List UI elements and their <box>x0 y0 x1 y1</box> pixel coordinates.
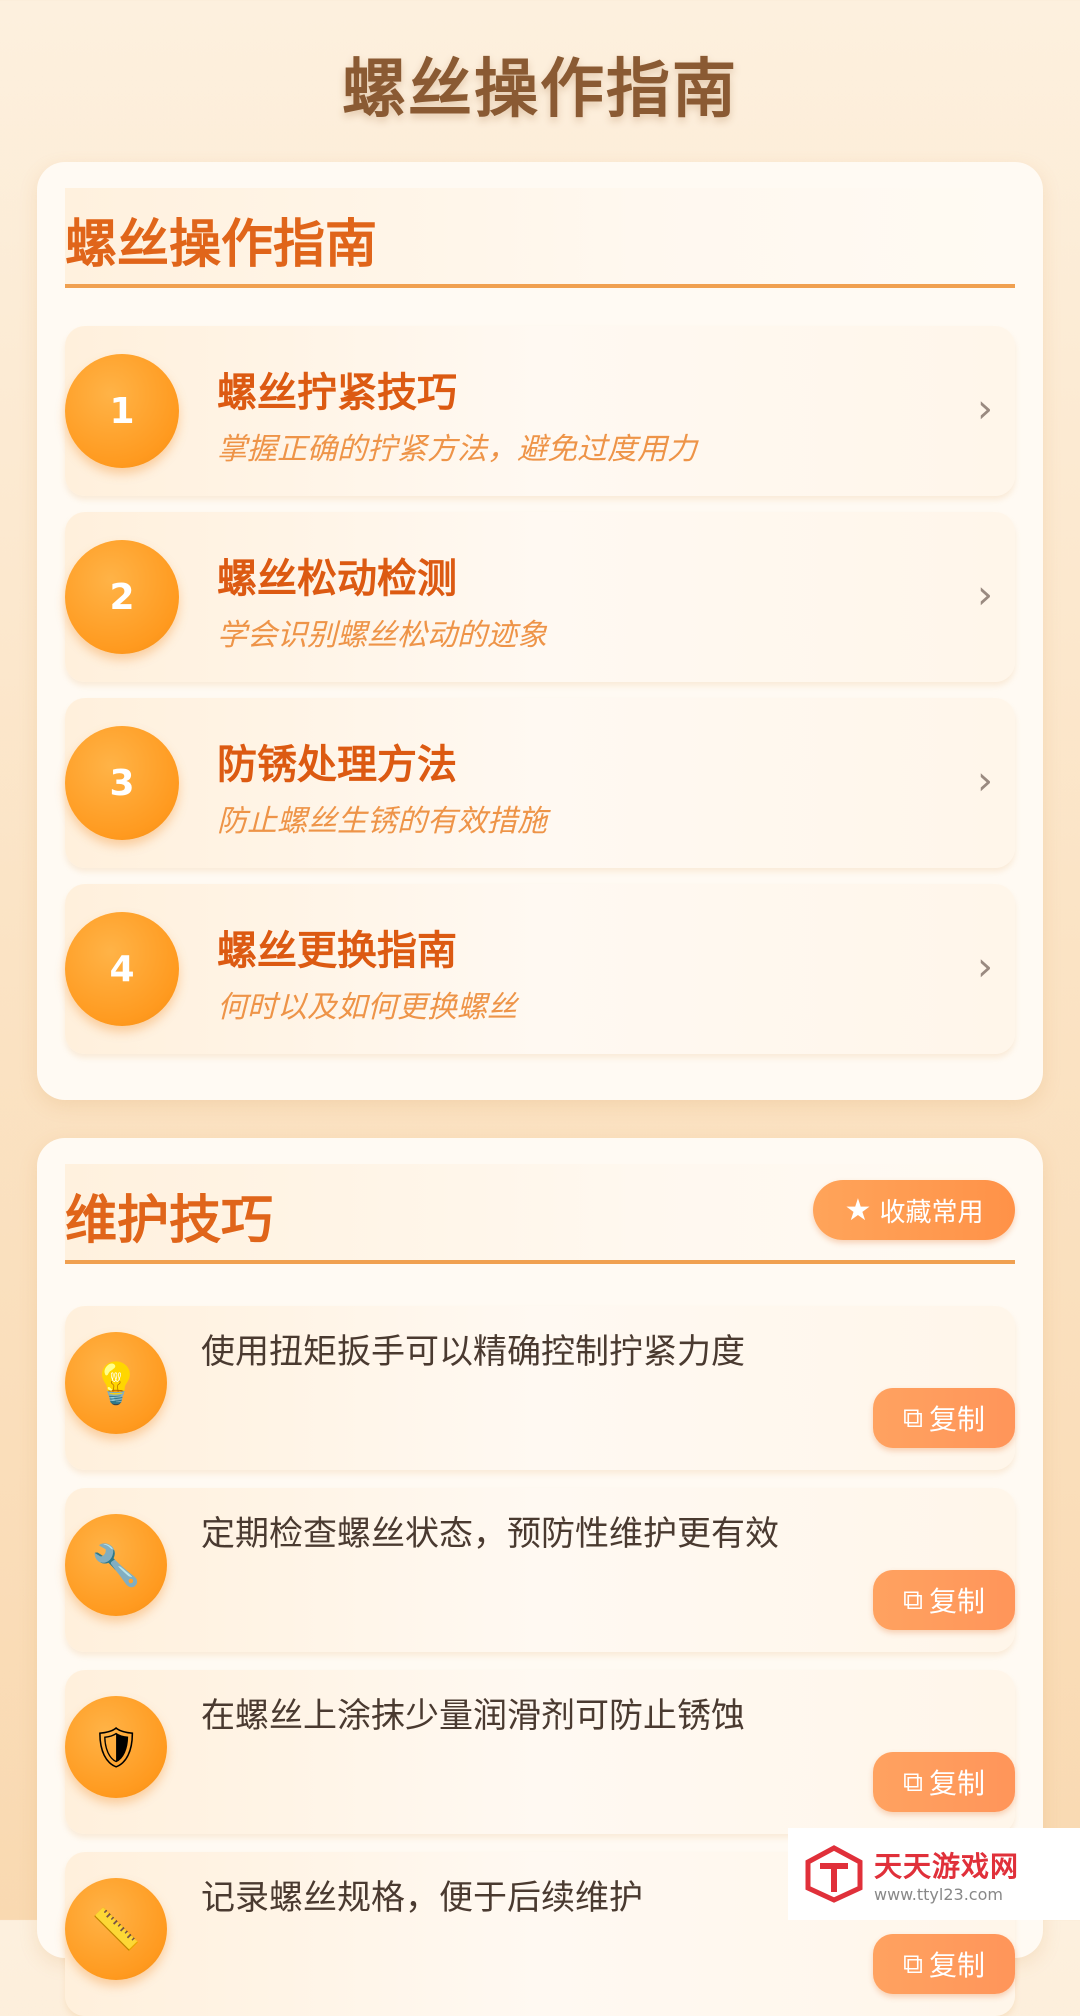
copy-icon: ⧉ <box>902 1401 923 1434</box>
wrench-icon: 🔧 <box>65 1514 167 1616</box>
copy-icon: ⧉ <box>902 1765 923 1798</box>
guide-step-2[interactable]: 2 螺丝松动检测 学会识别螺丝松动的迹象 › <box>65 512 1015 682</box>
star-icon: ★ <box>844 1192 872 1228</box>
guide-step-4[interactable]: 4 螺丝更换指南 何时以及如何更换螺丝 › <box>65 884 1015 1054</box>
copy-label: 复制 <box>928 1949 985 1982</box>
copy-label: 复制 <box>928 1585 985 1618</box>
step-description: 防止螺丝生锈的有效措施 <box>217 804 547 839</box>
copy-button[interactable]: ⧉ 复制 <box>873 1752 1015 1812</box>
tip-item: 💡 使用扭矩扳手可以精确控制拧紧力度 ⧉ 复制 <box>65 1306 1015 1470</box>
tip-text: 使用扭矩扳手可以精确控制拧紧力度 <box>201 1332 745 1372</box>
step-number: 3 <box>65 726 179 840</box>
chevron-right-icon: › <box>977 386 993 432</box>
tip-item: 🛡 在螺丝上涂抹少量润滑剂可防止锈蚀 ⧉ 复制 <box>65 1670 1015 1834</box>
site-logo-icon <box>805 1845 863 1903</box>
favorite-label: 收藏常用 <box>879 1197 984 1228</box>
step-number: 2 <box>65 540 179 654</box>
step-title: 螺丝拧紧技巧 <box>217 370 457 416</box>
tip-text: 在螺丝上涂抹少量润滑剂可防止锈蚀 <box>201 1696 745 1736</box>
favorite-button[interactable]: ★ 收藏常用 <box>813 1180 1015 1240</box>
tip-text: 定期检查螺丝状态，预防性维护更有效 <box>201 1514 779 1554</box>
guide-step-3[interactable]: 3 防锈处理方法 防止螺丝生锈的有效措施 › <box>65 698 1015 868</box>
copy-button[interactable]: ⧉ 复制 <box>873 1570 1015 1630</box>
step-title: 防锈处理方法 <box>217 742 457 788</box>
tips-title: 维护技巧 <box>65 1191 274 1251</box>
chevron-right-icon: › <box>977 758 993 804</box>
step-description: 何时以及如何更换螺丝 <box>217 990 517 1025</box>
step-description: 掌握正确的拧紧方法，避免过度用力 <box>217 432 697 467</box>
page-title: 螺丝操作指南 <box>342 53 738 127</box>
guide-header: 螺丝操作指南 <box>65 188 1015 288</box>
copy-label: 复制 <box>928 1403 985 1436</box>
tips-header: 维护技巧 ★ 收藏常用 <box>65 1164 1015 1264</box>
guide-step-1[interactable]: 1 螺丝拧紧技巧 掌握正确的拧紧方法，避免过度用力 › <box>65 326 1015 496</box>
tip-item: 🔧 定期检查螺丝状态，预防性维护更有效 ⧉ 复制 <box>65 1488 1015 1652</box>
copy-icon: ⧉ <box>902 1947 923 1980</box>
site-watermark: 天天游戏网 www.ttyl23.com <box>788 1828 1080 1920</box>
tip-text: 记录螺丝规格，便于后续维护 <box>201 1878 643 1918</box>
guide-card: 螺丝操作指南 1 螺丝拧紧技巧 掌握正确的拧紧方法，避免过度用力 › 2 螺丝松… <box>37 162 1043 1100</box>
shield-icon: 🛡 <box>65 1696 167 1798</box>
step-description: 学会识别螺丝松动的迹象 <box>217 618 547 653</box>
copy-icon: ⧉ <box>902 1583 923 1616</box>
copy-button[interactable]: ⧉ 复制 <box>873 1934 1015 1994</box>
ruler-icon: 📏 <box>65 1878 167 1980</box>
chevron-right-icon: › <box>977 572 993 618</box>
guide-title: 螺丝操作指南 <box>65 215 378 275</box>
copy-label: 复制 <box>928 1767 985 1800</box>
step-title: 螺丝更换指南 <box>217 928 457 974</box>
chevron-right-icon: › <box>977 944 993 990</box>
step-number: 4 <box>65 912 179 1026</box>
watermark-url: www.ttyl23.com <box>874 1884 1003 1904</box>
step-number: 1 <box>65 354 179 468</box>
lightbulb-icon: 💡 <box>65 1332 167 1434</box>
copy-button[interactable]: ⧉ 复制 <box>873 1388 1015 1448</box>
watermark-name: 天天游戏网 <box>874 1849 1020 1883</box>
step-title: 螺丝松动检测 <box>217 556 457 602</box>
